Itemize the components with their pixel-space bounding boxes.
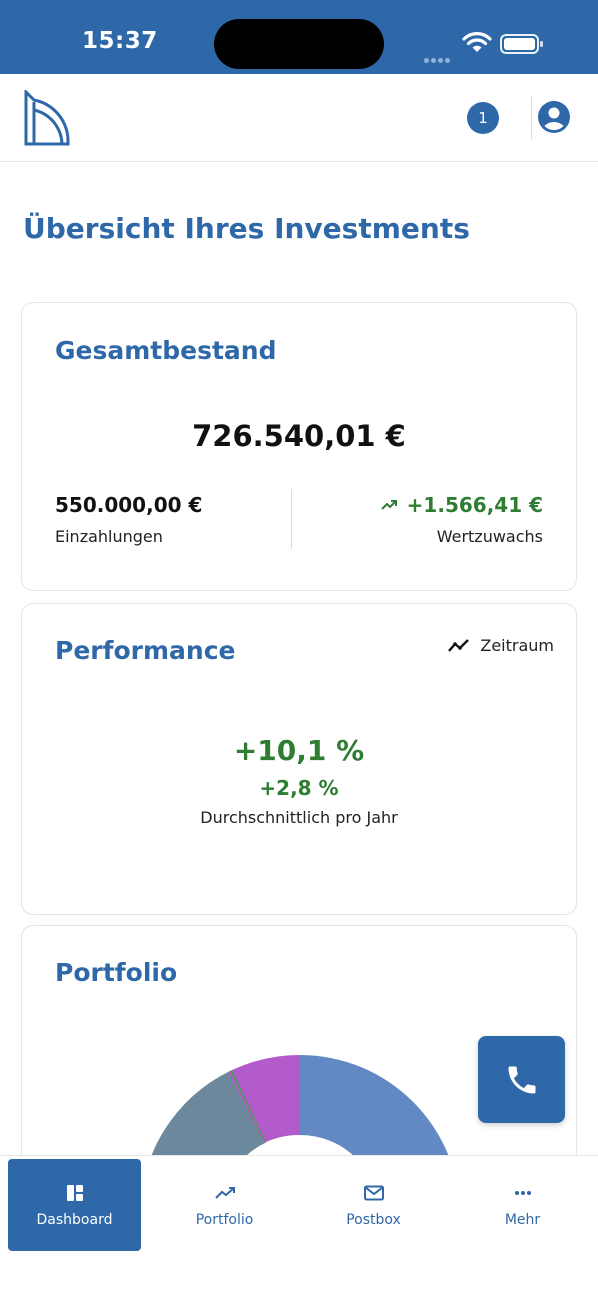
tab-more[interactable]: Mehr — [456, 1159, 589, 1251]
tab-dashboard[interactable]: Dashboard — [8, 1159, 141, 1251]
gain-value: +1.566,41 € — [406, 493, 543, 517]
gain-label: Wertzuwachs — [436, 527, 543, 546]
total-holdings-title: Gesamtbestand — [55, 336, 277, 365]
performance-card: Performance Zeitraum +10,1 % +2,8 % Durc… — [21, 603, 577, 915]
tab-more-label: Mehr — [504, 1212, 541, 1228]
bottom-tab-bar: Dashboard Portfolio Postbox Mehr — [0, 1155, 598, 1300]
dynamic-island — [214, 19, 384, 69]
total-performance: +10,1 % — [233, 734, 365, 767]
page-title: Übersicht Ihres Investments — [23, 212, 470, 245]
battery-icon — [500, 34, 543, 54]
total-value: 726.540,01 € — [192, 419, 406, 453]
tab-portfolio[interactable]: Portfolio — [158, 1159, 291, 1251]
more-icon — [514, 1191, 531, 1195]
status-time: 15:37 — [82, 28, 158, 54]
notification-badge[interactable]: 1 — [467, 102, 499, 134]
tab-portfolio-label: Portfolio — [195, 1212, 254, 1228]
wifi-icon — [462, 32, 492, 52]
tab-postbox[interactable]: Postbox — [307, 1159, 440, 1251]
call-button[interactable] — [478, 1036, 565, 1123]
trend-icon — [214, 1187, 235, 1199]
annual-performance-label: Durchschnittlich pro Jahr — [200, 808, 398, 827]
header-divider — [531, 96, 532, 140]
mail-icon — [363, 1185, 384, 1201]
annual-performance: +2,8 % — [259, 776, 339, 800]
trending-up-icon — [380, 500, 397, 510]
gain-row: +1.566,41 € — [380, 493, 543, 517]
performance-title: Performance — [55, 636, 236, 665]
card-divider — [291, 489, 292, 549]
period-button-label: Zeitraum — [480, 636, 554, 655]
total-holdings-card: Gesamtbestand 726.540,01 € 550.000,00 € … — [21, 302, 577, 591]
dashboard-icon — [66, 1185, 83, 1201]
tab-postbox-label: Postbox — [346, 1212, 401, 1228]
profile-icon[interactable] — [538, 101, 570, 133]
tab-dashboard-label: Dashboard — [36, 1212, 113, 1228]
app-header: 1 — [0, 74, 598, 162]
deposits-label: Einzahlungen — [55, 527, 163, 546]
period-button[interactable]: Zeitraum — [448, 636, 554, 655]
deposits-value: 550.000,00 € — [55, 493, 203, 517]
cellular-signal-icon — [424, 48, 452, 67]
status-bar: 15:37 — [0, 0, 598, 74]
brand-logo — [24, 90, 70, 146]
line-chart-icon — [448, 638, 470, 652]
phone-icon — [508, 1066, 535, 1093]
